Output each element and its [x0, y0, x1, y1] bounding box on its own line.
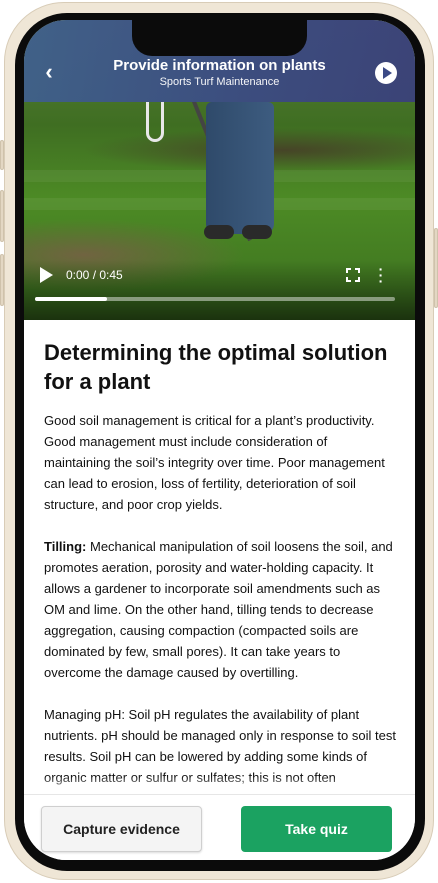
app-screen: ‹ Provide information on plants Sports T…: [24, 20, 415, 860]
video-progress-fill: [35, 297, 107, 301]
side-button-left: [0, 190, 4, 242]
fullscreen-corner: [346, 268, 351, 273]
article: Determining the optimal solution for a p…: [44, 338, 396, 809]
chevron-left-icon: ‹: [45, 59, 53, 84]
side-button-left: [0, 254, 4, 306]
fullscreen-icon[interactable]: [346, 268, 360, 282]
hose-image: [146, 102, 164, 142]
person-legs-image: [206, 102, 274, 234]
notch: [132, 20, 307, 56]
article-heading: Determining the optimal solution for a p…: [44, 340, 388, 394]
shoe-image: [242, 225, 272, 239]
capture-evidence-button[interactable]: Capture evidence: [41, 806, 202, 852]
video-player[interactable]: ‹ Provide information on plants Sports T…: [24, 20, 415, 320]
take-quiz-button[interactable]: Take quiz: [241, 806, 392, 852]
back-button[interactable]: ‹: [38, 59, 60, 84]
page-subtitle: Sports Turf Maintenance: [159, 76, 280, 88]
play-icon[interactable]: [40, 267, 53, 283]
fullscreen-corner: [355, 277, 360, 282]
more-vertical-icon[interactable]: · · ·: [376, 262, 386, 288]
tilling-text: Mechanical manipulation of soil loosens …: [44, 539, 393, 680]
video-time: 0:00 / 0:45: [66, 268, 123, 282]
video-progress-bar[interactable]: [35, 297, 395, 301]
play-circle-icon[interactable]: [375, 62, 397, 84]
article-paragraph: Good soil management is critical for a p…: [44, 413, 385, 512]
fullscreen-corner: [355, 268, 360, 273]
tilling-label: Tilling:: [44, 539, 87, 554]
shoe-image: [204, 225, 234, 239]
page-title: Provide information on plants: [113, 57, 326, 74]
header-titles: Provide information on plants Sports Tur…: [84, 56, 355, 89]
article-paragraph: Tilling: Mechanical manipulation of soil…: [44, 536, 396, 683]
scroll-fade: [24, 776, 415, 796]
side-button-left: [0, 140, 4, 170]
fullscreen-corner: [346, 277, 351, 282]
side-button-right: [434, 228, 438, 308]
